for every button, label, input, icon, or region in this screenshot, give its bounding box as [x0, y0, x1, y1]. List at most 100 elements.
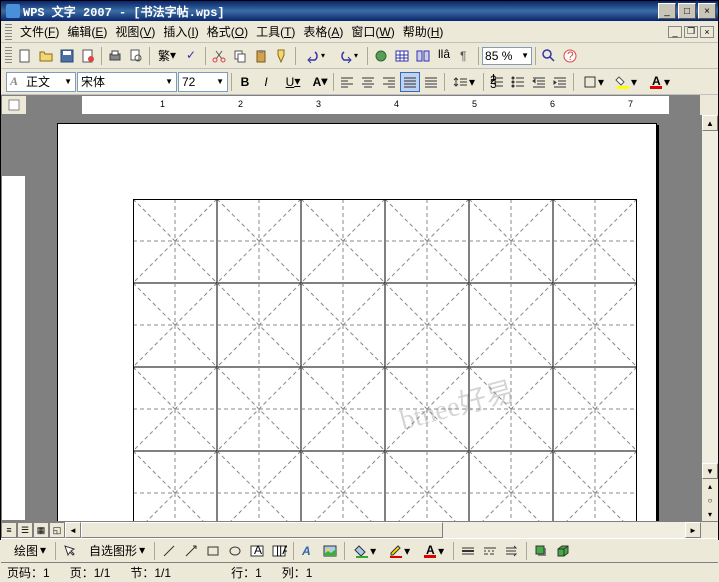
redo-button[interactable]: ▾	[332, 46, 364, 66]
3d-button[interactable]	[553, 541, 573, 561]
font-size-combo[interactable]: 72▼	[178, 72, 228, 92]
bullet-list-button[interactable]	[508, 72, 528, 92]
svg-text:A: A	[426, 543, 435, 557]
align-left-button[interactable]	[337, 72, 357, 92]
status-col: 列：1	[280, 564, 315, 581]
menu-e[interactable]: 编辑(E)	[63, 21, 111, 42]
menu-i[interactable]: 插入(I)	[159, 21, 202, 42]
align-justify-button[interactable]	[400, 72, 420, 92]
vertical-textbox-button[interactable]: ||A	[269, 541, 289, 561]
format-painter-button[interactable]	[272, 46, 292, 66]
outline-view-button[interactable]: ☰	[17, 522, 33, 538]
spellcheck-button[interactable]: ✓	[182, 46, 202, 66]
export-pdf-button[interactable]	[78, 46, 98, 66]
bold-button[interactable]: B	[235, 72, 255, 92]
menu-f[interactable]: 文件(F)	[16, 21, 63, 42]
border-button[interactable]: ▾	[577, 72, 609, 92]
vertical-ruler[interactable]	[1, 115, 27, 521]
menu-a[interactable]: 表格(A)	[299, 21, 347, 42]
maximize-button[interactable]: □	[678, 3, 696, 19]
doc-minimize-button[interactable]: _	[668, 26, 682, 38]
textbox-button[interactable]: A	[247, 541, 267, 561]
arrow-style-button[interactable]	[502, 541, 522, 561]
scroll-thumb[interactable]	[81, 522, 443, 538]
align-center-button[interactable]	[358, 72, 378, 92]
line-button[interactable]	[159, 541, 179, 561]
select-objects-button[interactable]	[60, 541, 80, 561]
oval-button[interactable]	[225, 541, 245, 561]
font-color-button[interactable]: A▾	[643, 72, 675, 92]
cut-button[interactable]	[209, 46, 229, 66]
menu-v[interactable]: 视图(V)	[111, 21, 159, 42]
help-button[interactable]: ?	[560, 46, 580, 66]
font-combo[interactable]: 宋体▼	[77, 72, 177, 92]
underline-button[interactable]: U▾	[277, 72, 309, 92]
line-spacing-button[interactable]: ▾	[448, 72, 480, 92]
align-right-button[interactable]	[379, 72, 399, 92]
new-button[interactable]	[15, 46, 35, 66]
draw-menu-button[interactable]: 绘图▾	[7, 541, 51, 561]
page[interactable]: btnee好易	[57, 123, 657, 521]
scroll-left-button[interactable]: ◄	[65, 522, 81, 538]
italic-button[interactable]: I	[256, 72, 276, 92]
dash-style-button[interactable]	[480, 541, 500, 561]
text-direction-button[interactable]: llâ	[434, 46, 454, 66]
columns-button[interactable]	[413, 46, 433, 66]
scroll-track[interactable]	[81, 522, 685, 538]
highlight-button[interactable]: ▾	[610, 72, 642, 92]
arrow-button[interactable]	[181, 541, 201, 561]
minimize-button[interactable]: _	[658, 3, 676, 19]
scroll-right-button[interactable]: ►	[685, 522, 701, 538]
scroll-track[interactable]	[702, 131, 718, 463]
horizontal-ruler[interactable]: 1234567	[27, 95, 700, 115]
doc-restore-button[interactable]: ❐	[684, 26, 698, 38]
table-button[interactable]	[392, 46, 412, 66]
print-preview-button[interactable]	[126, 46, 146, 66]
wordart-button[interactable]: A	[298, 541, 318, 561]
line-color-button[interactable]: ▾	[383, 541, 415, 561]
traditional-button[interactable]: 繁▾	[153, 46, 181, 66]
decrease-indent-button[interactable]	[529, 72, 549, 92]
autoshapes-button[interactable]: 自选图形▾	[82, 541, 150, 561]
close-button[interactable]: ×	[698, 3, 716, 19]
next-page-button[interactable]: ▾	[702, 507, 718, 521]
normal-view-button[interactable]: ≡	[1, 522, 17, 538]
style-combo[interactable]: A正文▼	[6, 72, 76, 92]
hyperlink-button[interactable]	[371, 46, 391, 66]
svg-text:✓: ✓	[186, 48, 196, 62]
horizontal-scrollbar[interactable]: ≡ ☰ ▦ ◱ ◄ ►	[1, 521, 718, 538]
fill-color-button[interactable]: ▾	[349, 541, 381, 561]
copy-button[interactable]	[230, 46, 250, 66]
print-button[interactable]	[105, 46, 125, 66]
doc-close-button[interactable]: ×	[700, 26, 714, 38]
insert-picture-button[interactable]	[320, 541, 340, 561]
numbered-list-button[interactable]: 123	[487, 72, 507, 92]
page-view-button[interactable]: ▦	[33, 522, 49, 538]
font-effect-button[interactable]: A▾	[310, 72, 330, 92]
browse-object-button[interactable]: ○	[702, 493, 718, 507]
web-view-button[interactable]: ◱	[49, 522, 65, 538]
vertical-scrollbar[interactable]: ▲ ▼ ▴ ○ ▾	[701, 115, 718, 521]
menu-t[interactable]: 工具(T)	[252, 21, 299, 42]
save-button[interactable]	[57, 46, 77, 66]
paste-button[interactable]	[251, 46, 271, 66]
align-distribute-button[interactable]	[421, 72, 441, 92]
font-color-button-2[interactable]: A▾	[417, 541, 449, 561]
open-button[interactable]	[36, 46, 56, 66]
undo-button[interactable]: ▾	[299, 46, 331, 66]
rectangle-button[interactable]	[203, 541, 223, 561]
line-style-button[interactable]	[458, 541, 478, 561]
document-view[interactable]: btnee好易	[27, 115, 701, 521]
prev-page-button[interactable]: ▴	[702, 479, 718, 493]
shadow-button[interactable]	[531, 541, 551, 561]
find-button[interactable]	[539, 46, 559, 66]
show-marks-button[interactable]: ¶	[455, 46, 475, 66]
scroll-up-button[interactable]: ▲	[702, 115, 718, 131]
menu-o[interactable]: 格式(O)	[203, 21, 252, 42]
ruler-corner[interactable]	[1, 95, 27, 115]
increase-indent-button[interactable]	[550, 72, 570, 92]
scroll-down-button[interactable]: ▼	[702, 463, 718, 479]
menu-h[interactable]: 帮助(H)	[399, 21, 448, 42]
zoom-combo[interactable]: 85 %▼	[482, 47, 532, 65]
menu-w[interactable]: 窗口(W)	[347, 21, 398, 42]
